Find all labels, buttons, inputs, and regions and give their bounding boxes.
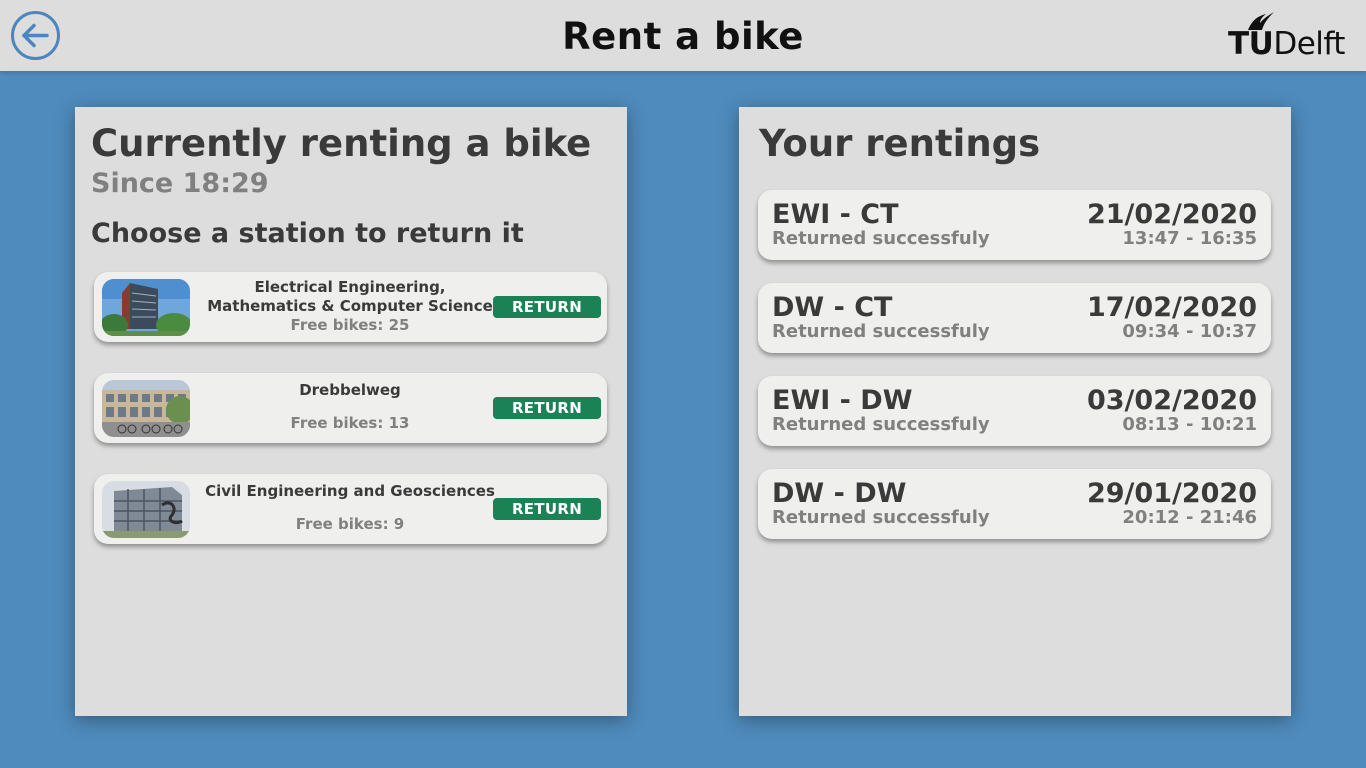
renting-status: Returned successfuly — [772, 228, 990, 249]
renting-time: 08:13 - 10:21 — [1122, 414, 1257, 435]
renting-item: DW - CT Returned successfuly 17/02/2020 … — [758, 283, 1271, 353]
station-free-bikes: Free bikes: 9 — [295, 515, 405, 533]
renting-date: 17/02/2020 — [1086, 292, 1257, 323]
station-card-ewi: Electrical Engineering, Mathematics & Co… — [94, 272, 607, 342]
renting-date: 29/01/2020 — [1086, 478, 1257, 509]
renting-time: 13:47 - 16:35 — [1122, 228, 1257, 249]
station-card-drebbelweg: Drebbelweg Free bikes: 13 RETURN — [94, 373, 607, 443]
renting-item: DW - DW Returned successfuly 29/01/2020 … — [758, 469, 1271, 539]
page-title: Rent a bike — [562, 15, 804, 58]
station-photo-citg — [102, 481, 190, 538]
renting-status: Returned successfuly — [772, 507, 990, 528]
renting-date: 03/02/2020 — [1086, 385, 1257, 416]
renting-time: 20:12 - 21:46 — [1122, 507, 1257, 528]
return-button[interactable]: RETURN — [493, 397, 601, 419]
return-button[interactable]: RETURN — [493, 498, 601, 520]
renting-route: DW - CT — [772, 292, 893, 323]
renting-status: Returned successfuly — [772, 414, 990, 435]
station-name: Electrical Engineering, Mathematics & Co… — [207, 278, 493, 315]
current-renting-title: Currently renting a bike — [91, 122, 592, 165]
current-renting-panel: Currently renting a bike Since 18:29 Cho… — [75, 107, 627, 716]
station-free-bikes: Free bikes: 13 — [290, 414, 410, 432]
renting-route: EWI - CT — [772, 199, 899, 230]
station-name: Drebbelweg — [299, 381, 401, 399]
station-name: Civil Engineering and Geosciences — [205, 482, 495, 500]
your-rentings-panel: Your rentings EWI - CT Returned successf… — [739, 107, 1291, 716]
renting-item: EWI - DW Returned successfuly 03/02/2020… — [758, 376, 1271, 446]
logo-delft-text: Delft — [1273, 26, 1345, 62]
station-photo-drebbelweg — [102, 380, 190, 437]
return-button[interactable]: RETURN — [493, 296, 601, 318]
your-rentings-title: Your rentings — [759, 122, 1041, 165]
station-photo-ewi — [102, 279, 190, 336]
renting-route: DW - DW — [772, 478, 907, 509]
logo-tu-text: TU — [1228, 26, 1274, 62]
station-free-bikes: Free bikes: 25 — [290, 316, 410, 334]
app-header: Rent a bike TUDelft — [0, 0, 1366, 71]
tu-delft-logo: TUDelft — [1228, 10, 1356, 62]
station-card-citg: Civil Engineering and Geosciences Free b… — [94, 474, 607, 544]
renting-since-text: Since 18:29 — [91, 168, 269, 199]
renting-date: 21/02/2020 — [1086, 199, 1257, 230]
choose-station-heading: Choose a station to return it — [91, 218, 524, 249]
renting-route: EWI - DW — [772, 385, 913, 416]
renting-status: Returned successfuly — [772, 321, 990, 342]
renting-time: 09:34 - 10:37 — [1122, 321, 1257, 342]
renting-item: EWI - CT Returned successfuly 21/02/2020… — [758, 190, 1271, 260]
